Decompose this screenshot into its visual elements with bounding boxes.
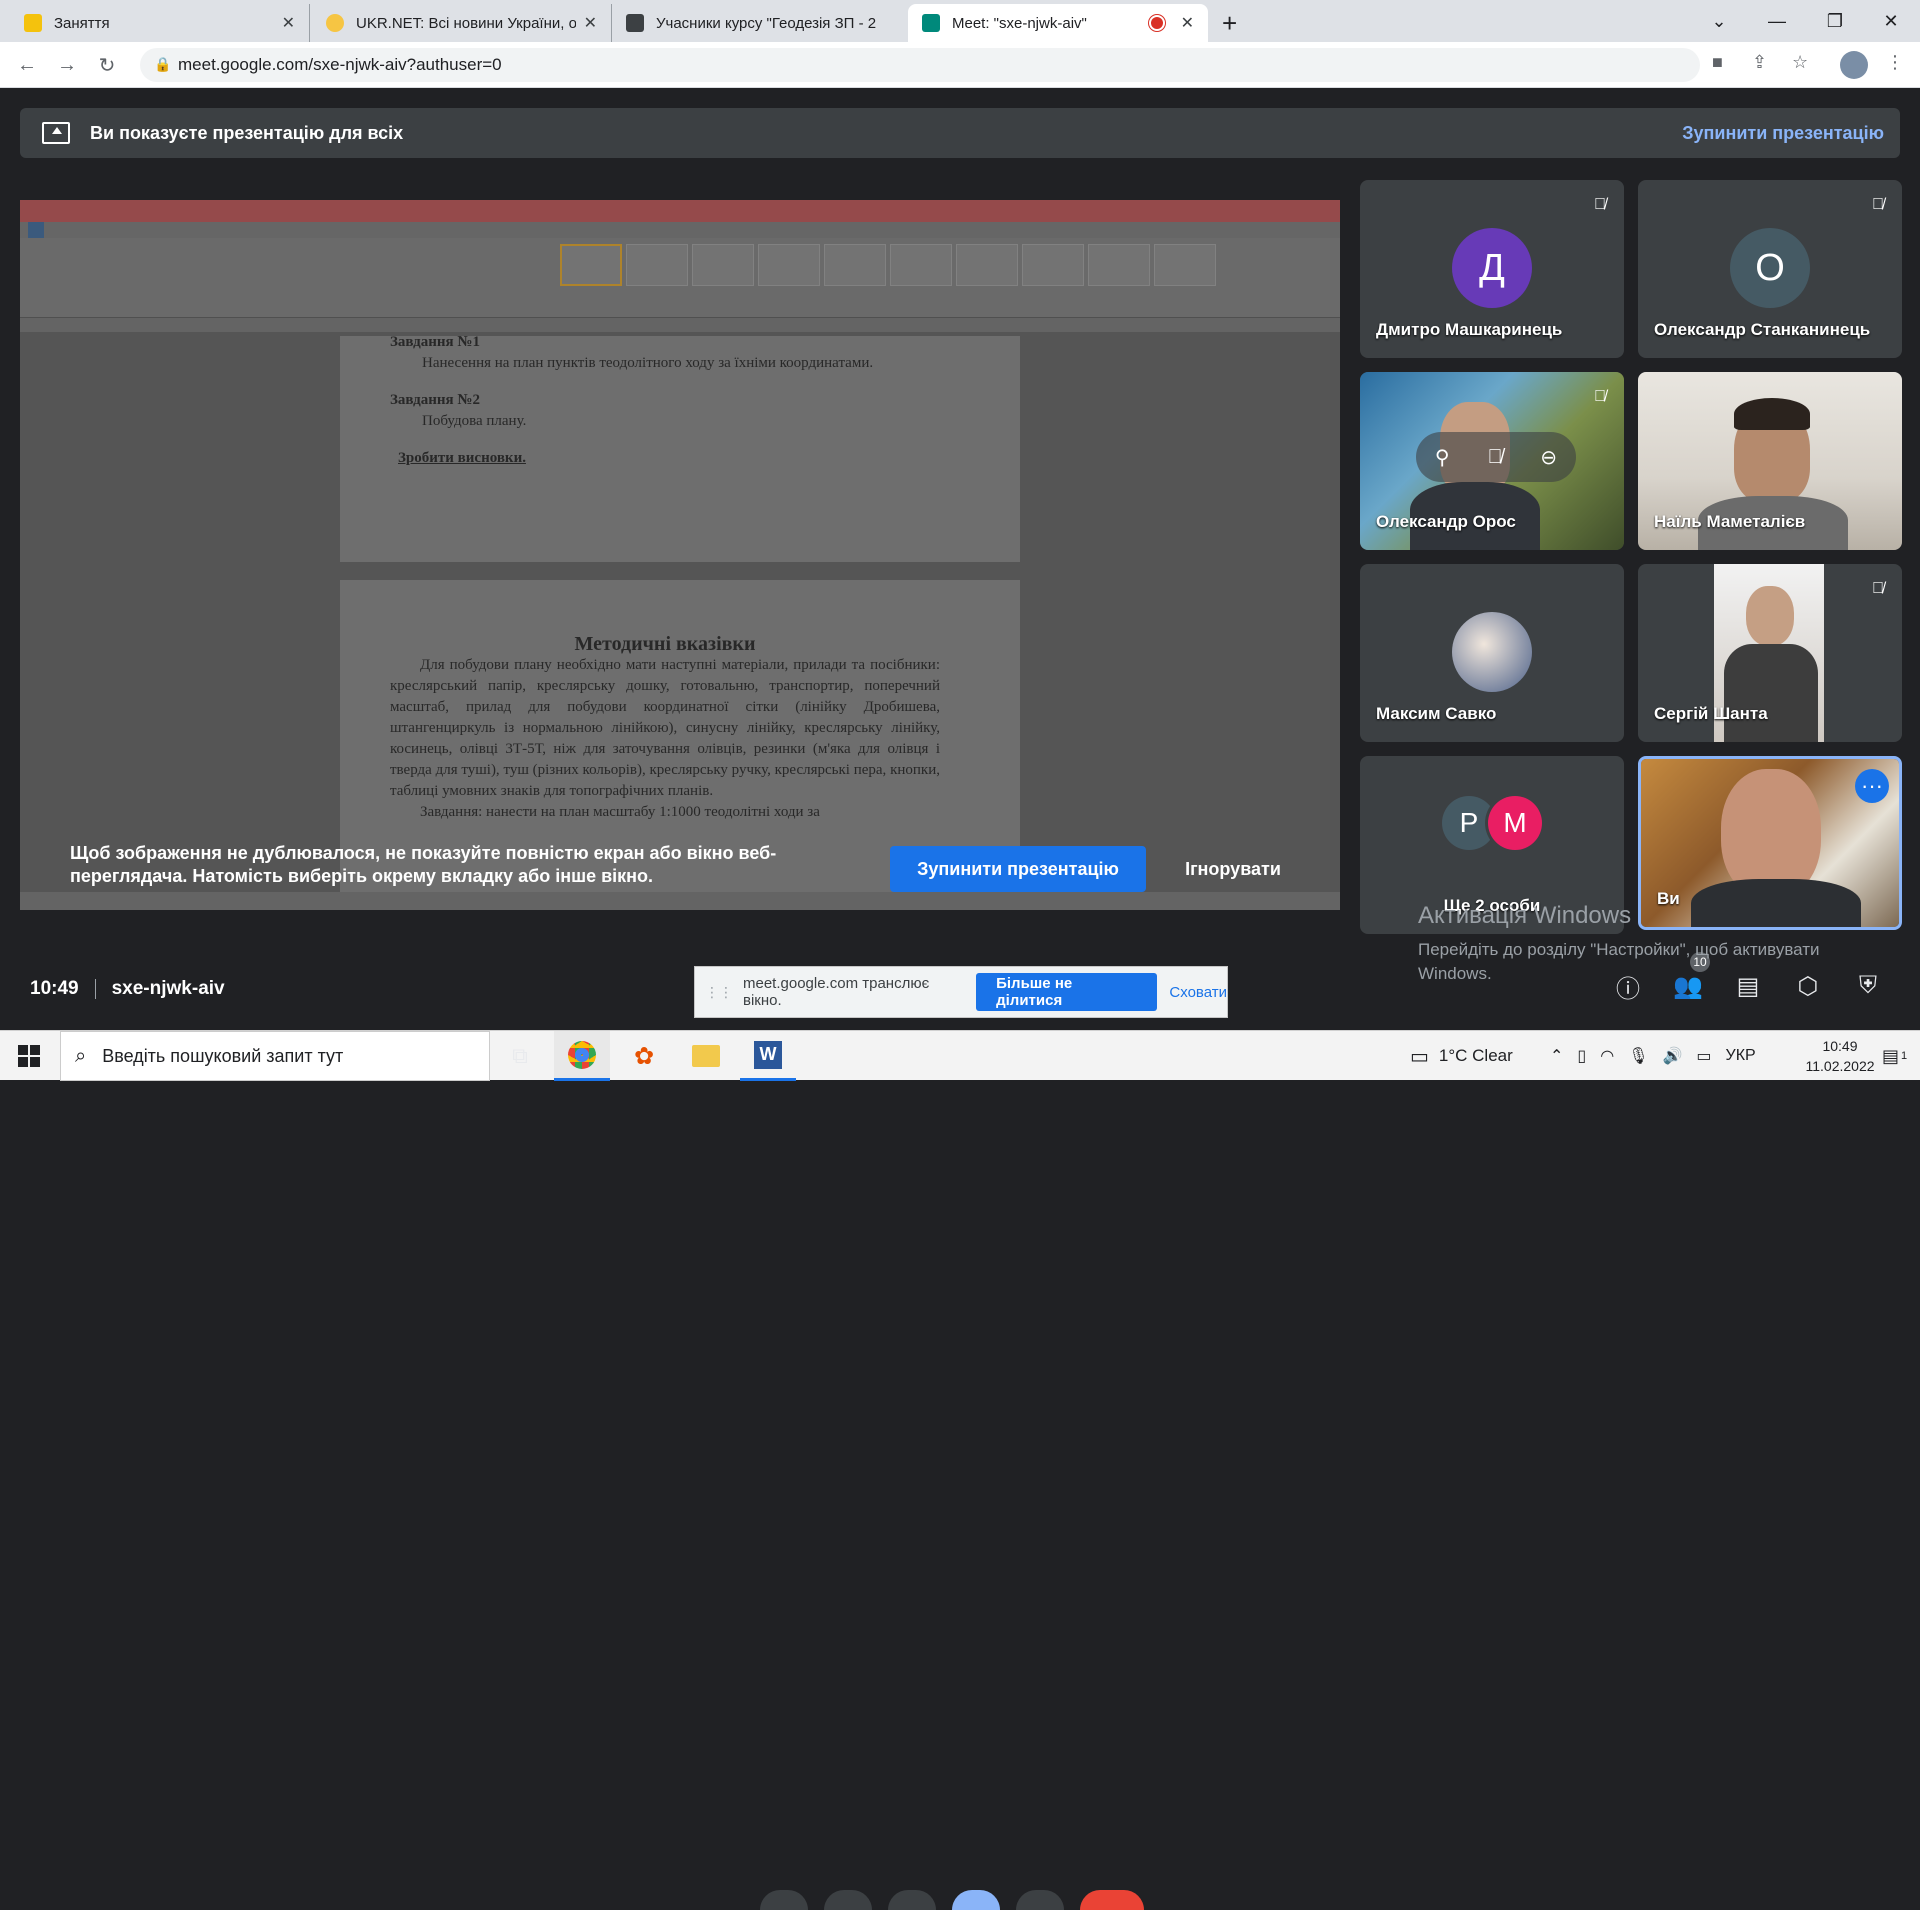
language-indicator[interactable]: УКР [1726,1047,1756,1065]
star-icon[interactable]: ☆ [1792,52,1808,73]
participant-tile[interactable]: 🎙̸ Д Дмитро Машкаринець [1360,180,1624,358]
forward-icon[interactable]: → [52,50,82,80]
avatar [1452,612,1532,692]
chevron-up-icon[interactable]: ⌃ [1550,1046,1563,1066]
recording-icon [1150,17,1163,29]
weather-widget[interactable]: ▭ 1°C Clear [1410,1031,1513,1081]
present-screen-icon [42,122,70,144]
meeting-info: 10:49 sxe-njwk-aiv [30,978,225,1000]
paint-icon[interactable]: ✿ [616,1031,672,1081]
tab-zaniattia[interactable]: Заняття ✕ [10,4,310,42]
share-icon[interactable]: ⇪ [1752,52,1767,73]
avatar: Д [1452,228,1532,308]
address-toolbar: ← → ↻ 🔒 meet.google.com/sxe-njwk-aiv?aut… [0,42,1920,88]
hide-button[interactable]: Сховати [1169,984,1227,1001]
battery-icon[interactable]: ▯ [1577,1046,1586,1066]
windows-taskbar: ⌕ Введіть пошуковий запит тут ⧉ ✿ W ▭ 1°… [0,1030,1920,1081]
browser-tab-strip: Заняття ✕ UKR.NET: Всі новини України, о… [0,0,1920,42]
back-icon[interactable]: ← [12,50,42,80]
course-icon [626,14,644,32]
meet-icon [922,14,940,32]
close-icon[interactable]: ✕ [584,13,597,33]
tab-search-icon[interactable]: ⌄ [1690,0,1748,42]
pin-icon[interactable]: ⚲ [1435,445,1450,470]
meeting-time: 10:49 [30,978,79,999]
more-options-icon[interactable]: ··· [1855,769,1889,803]
drag-handle-icon[interactable]: ⋮⋮ [705,984,733,1001]
ukrnet-icon [326,14,344,32]
participant-name: Наїль Маметалієв [1654,512,1806,531]
presentation-banner: Ви показуєте презентацію для всіх Зупини… [20,108,1900,158]
remove-icon[interactable]: ⊖ [1540,445,1557,470]
presentation-status: Ви показуєте презентацію для всіх [90,122,404,143]
file-explorer-icon[interactable] [678,1031,734,1081]
tab-course[interactable]: Учасники курсу "Геодезія ЗП - 2 [612,4,908,42]
avatar[interactable] [1840,51,1868,79]
mic-off-icon: 🎙̸ [1594,388,1606,405]
avatar: M [1488,796,1542,850]
participant-name: Сергій Шанта [1654,704,1768,723]
meeting-code: sxe-njwk-aiv [111,978,225,999]
participant-tile[interactable]: 🎙̸ Сергій Шанта [1638,564,1902,742]
mic-off-icon: 🎙̸ [1594,196,1606,213]
participant-tile[interactable]: Максим Савко [1360,564,1624,742]
close-icon[interactable]: ✕ [282,13,295,33]
volume-icon[interactable]: 🔊 [1663,1046,1683,1066]
participant-name: Максим Савко [1376,704,1497,723]
participant-name: Олександр Орос [1376,512,1516,531]
windows-activation-watermark: Активація Windows Перейдіть до розділу "… [1418,902,1820,983]
ignore-button[interactable]: Ігнорувати [1168,846,1298,892]
word-icon[interactable]: W [740,1031,796,1081]
close-window-icon[interactable]: ✕ [1862,0,1920,42]
system-tray: ⌃ ▯ ◠ 🎙 🔊 ▭ УКР [1550,1031,1756,1081]
camera-icon[interactable]: ■ [1712,52,1723,73]
taskbar-search[interactable]: ⌕ Введіть пошуковий запит тут [60,1031,490,1081]
new-tab-icon[interactable]: + [1222,8,1237,39]
avatar: О [1730,228,1810,308]
url-bar[interactable]: 🔒 meet.google.com/sxe-njwk-aiv?authuser=… [140,48,1700,82]
classroom-icon [24,14,42,32]
close-icon[interactable]: ✕ [1181,13,1194,33]
participant-tile[interactable]: ⚲ 🎙̸ ⊖ 🎙̸ Олександр Орос [1360,372,1624,550]
tab-meet[interactable]: Meet: "sxe-njwk-aiv" ✕ [908,4,1208,42]
stop-presentation-button[interactable]: Зупинити презентацію [890,846,1146,892]
mute-icon[interactable]: 🎙̸ [1487,446,1502,469]
windows-start-icon[interactable] [18,1045,40,1067]
duplicate-warning: Щоб зображення не дублювалося, не показу… [70,843,777,886]
participant-tile[interactable]: Наїль Маметалієв [1638,372,1902,550]
network-icon[interactable]: ◠ [1600,1046,1614,1066]
mic-off-icon: 🎙̸ [1872,580,1884,597]
task-view-icon[interactable]: ⧉ [492,1031,548,1081]
minimize-icon[interactable]: — [1748,0,1806,42]
stop-presentation-link[interactable]: Зупинити презентацію [1682,123,1884,144]
search-icon: ⌕ [75,1044,87,1067]
participant-name: Олександр Станканинець [1654,320,1871,339]
participant-name: Дмитро Машкаринець [1376,320,1563,339]
mic-off-icon: 🎙̸ [1872,196,1884,213]
notifications-icon[interactable]: ▤ 1 [1882,1031,1907,1081]
chrome-icon[interactable] [554,1031,610,1081]
battery-level-icon[interactable]: ▭ [1696,1046,1711,1066]
participant-tile[interactable]: 🎙̸ О Олександр Станканинець [1638,180,1902,358]
tile-controls[interactable]: ⚲ 🎙̸ ⊖ [1416,432,1576,482]
maximize-icon[interactable]: ❐ [1806,0,1864,42]
lock-icon: 🔒 [154,56,172,72]
menu-icon[interactable]: ⋮ [1886,52,1904,73]
shared-screen-overlay [20,200,1340,910]
tab-ukrnet[interactable]: UKR.NET: Всі новини України, ос ✕ [312,4,612,42]
screen-share-notification: ⋮⋮ meet.google.com транслює вікно. Більш… [694,966,1228,1018]
person-silhouette [1746,586,1794,646]
taskbar-clock[interactable]: 10:49 11.02.2022 [1800,1036,1880,1076]
stop-sharing-button[interactable]: Більше не ділитися [976,973,1158,1011]
mic-icon[interactable]: 🎙 [1628,1046,1648,1066]
weather-icon: ▭ [1410,1045,1429,1068]
reload-icon[interactable]: ↻ [92,50,122,80]
